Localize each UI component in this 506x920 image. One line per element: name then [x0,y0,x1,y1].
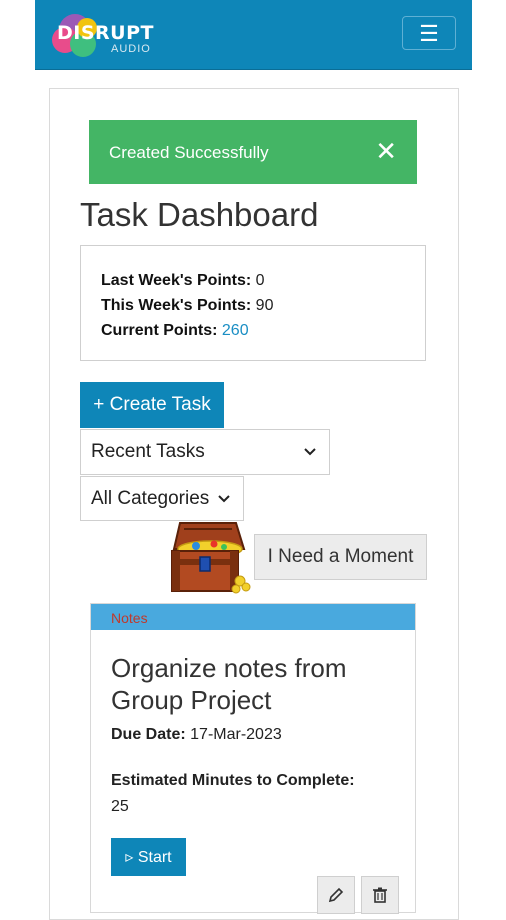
alert-message: Created Successfully [109,143,269,162]
category-filter-value: All Categories [91,487,210,509]
points-summary: Last Week's Points: 0 This Week's Points… [80,245,426,361]
delete-task-button[interactable] [361,876,399,914]
close-icon: ✕ [375,136,397,166]
current-points-link[interactable]: 260 [222,322,249,339]
trash-icon [373,887,387,903]
task-card: Notes Organize notes from Group Project … [90,603,416,914]
hamburger-menu-icon: ☰ [419,21,439,46]
this-week-points-value: 90 [255,297,274,314]
hamburger-menu-button[interactable]: ☰ [402,16,456,50]
alert-close-button[interactable]: ✕ [375,136,397,166]
last-week-points-value: 0 [255,272,265,289]
brand-logo[interactable]: DISRUPT AUDIO [49,10,159,58]
task-estimate-label: Estimated Minutes to Complete: [111,772,355,789]
chevron-down-icon [218,494,230,502]
logo-subtext: AUDIO [111,43,151,55]
last-week-points-label: Last Week's Points: [101,272,252,289]
page-title: Task Dashboard [80,196,319,233]
treasure-chest-icon[interactable] [166,519,252,595]
success-alert: Created Successfully ✕ [89,120,417,184]
this-week-points-label: This Week's Points: [101,297,252,314]
chevron-down-icon [304,448,316,456]
start-task-button[interactable]: ▹ Start [111,838,186,876]
task-category-badge: Notes [91,604,415,630]
task-estimate-value: 25 [111,798,129,815]
task-time-filter-select[interactable]: Recent Tasks [80,429,330,475]
create-task-button[interactable]: + Create Task [80,382,224,428]
navbar: DISRUPT AUDIO ☰ [35,0,472,70]
this-week-points: This Week's Points: 90 [101,293,405,318]
task-title: Organize notes from Group Project [111,653,347,715]
last-week-points: Last Week's Points: 0 [101,268,405,293]
edit-task-button[interactable] [317,876,355,914]
task-time-filter-value: Recent Tasks [91,441,205,462]
need-a-moment-button[interactable]: I Need a Moment [254,534,427,580]
task-due-value: 17-Mar-2023 [190,726,282,743]
current-points-label: Current Points: [101,322,218,339]
logo-text: DISRUPT [57,22,154,44]
task-due-label: Due Date: [111,726,186,743]
pencil-icon [328,887,344,903]
current-points: Current Points: 260 [101,318,405,343]
task-due-date: Due Date: 17-Mar-2023 [111,726,282,744]
category-filter-select[interactable]: All Categories [80,476,244,521]
